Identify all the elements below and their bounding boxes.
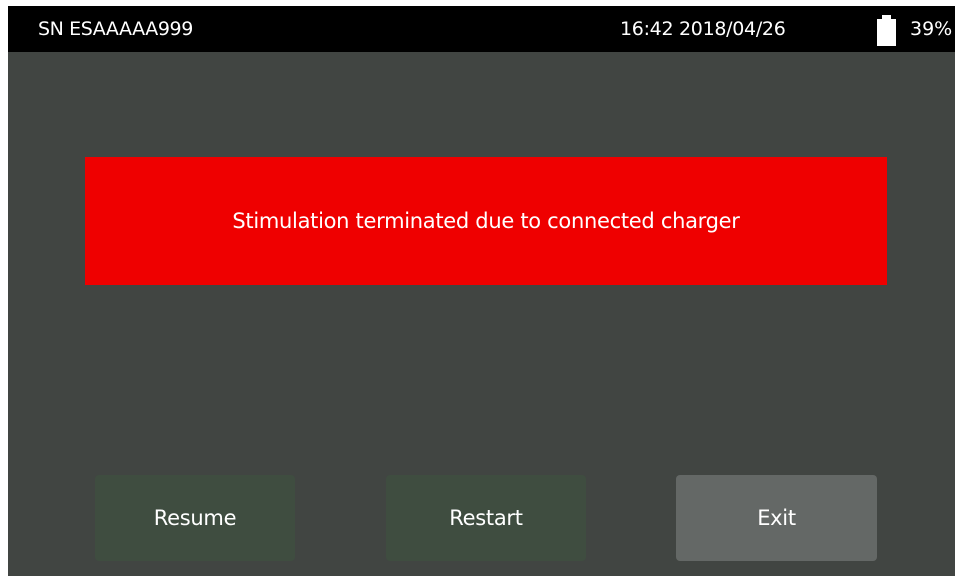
alert-message: Stimulation terminated due to connected … [232, 209, 740, 233]
battery-body [877, 19, 896, 46]
exit-button[interactable]: Exit [676, 475, 877, 561]
device-screen: SN ESAAAAA999 16:42 2018/04/26 39% Stimu… [8, 6, 955, 576]
exit-button-label: Exit [757, 506, 796, 530]
restart-button-label: Restart [449, 506, 523, 530]
status-bar: SN ESAAAAA999 16:42 2018/04/26 39% [8, 6, 955, 52]
serial-number: SN ESAAAAA999 [38, 18, 193, 40]
battery-icon [877, 15, 896, 46]
battery-percentage: 39% [910, 18, 953, 40]
alert-banner: Stimulation terminated due to connected … [85, 157, 887, 285]
resume-button[interactable]: Resume [95, 475, 295, 561]
resume-button-label: Resume [153, 506, 237, 530]
date-time: 16:42 2018/04/26 [620, 18, 786, 40]
restart-button[interactable]: Restart [386, 475, 586, 561]
